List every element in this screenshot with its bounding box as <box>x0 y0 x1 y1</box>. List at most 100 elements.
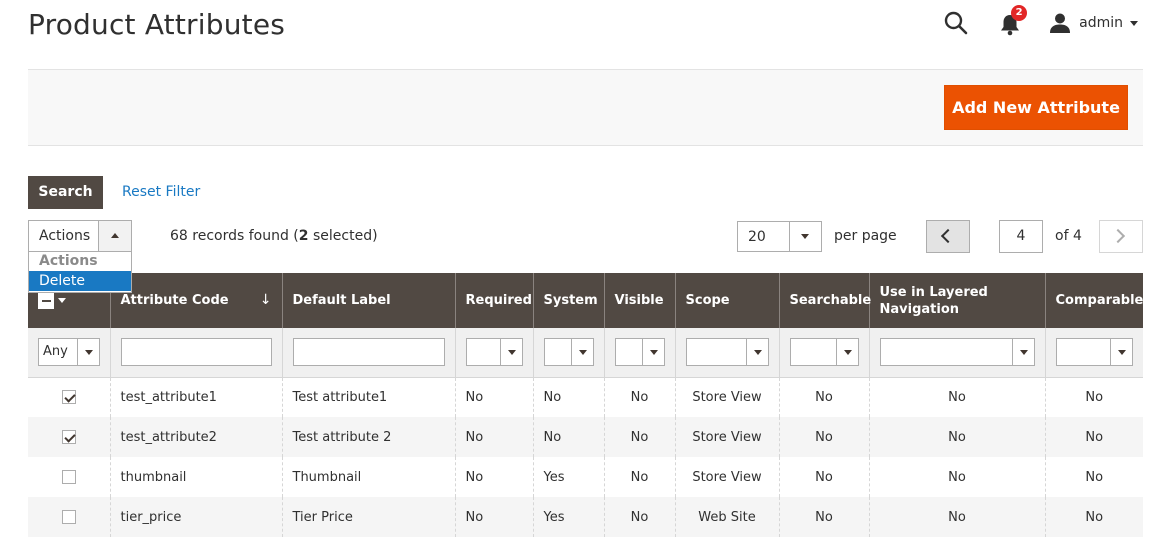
column-header-layered-navigation[interactable]: Use in Layered Navigation <box>868 273 1045 328</box>
cell-attribute-code: tier_price <box>109 497 282 537</box>
chevron-left-icon <box>940 228 956 244</box>
chevron-down-icon <box>578 350 587 356</box>
notification-count-badge: 2 <box>1011 5 1028 21</box>
column-header-system[interactable]: System <box>532 273 604 328</box>
cell-attribute-code: thumbnail <box>109 457 282 497</box>
mass-select-filter[interactable]: Any <box>38 338 100 367</box>
table-row[interactable]: test_attribute2 Test attribute 2 No No N… <box>28 417 1143 457</box>
column-header-required[interactable]: Required <box>454 273 533 328</box>
reset-filter-link[interactable]: Reset Filter <box>122 184 200 200</box>
attributes-grid: Attribute Code ↓ Default Label Required S… <box>28 273 1143 537</box>
visible-filter-select[interactable] <box>614 338 665 367</box>
filter-row: Any <box>28 328 1143 378</box>
column-header-default-label[interactable]: Default Label <box>281 273 455 328</box>
cell-scope: Store View <box>674 377 779 417</box>
cell-scope: Store View <box>674 457 779 497</box>
attribute-code-filter-input[interactable] <box>120 338 272 367</box>
cell-default-label: Tier Price <box>281 497 455 537</box>
chevron-down-icon <box>1019 350 1028 356</box>
cell-layered-navigation: No <box>868 377 1045 417</box>
searchable-filter-select[interactable] <box>789 338 859 367</box>
column-header-visible[interactable]: Visible <box>603 273 675 328</box>
cell-visible: No <box>603 457 675 497</box>
current-page-input[interactable]: 4 <box>999 220 1043 253</box>
mass-actions-select[interactable]: Actions <box>28 220 132 252</box>
cell-searchable: No <box>778 457 869 497</box>
row-select-checkbox[interactable] <box>61 510 76 524</box>
column-header-scope[interactable]: Scope <box>674 273 779 328</box>
records-found-text: 68 records found (2 selected) <box>170 228 378 244</box>
cell-required: No <box>454 417 533 457</box>
search-button[interactable]: Search <box>28 176 103 209</box>
column-header-searchable[interactable]: Searchable <box>778 273 871 328</box>
per-page-label: per page <box>834 228 897 244</box>
cell-comparable: No <box>1044 497 1143 537</box>
scope-filter-select[interactable] <box>685 338 769 367</box>
mass-actions-dropdown: Actions Delete <box>28 252 132 293</box>
selected-count: 2 <box>298 228 309 244</box>
column-header-comparable[interactable]: Comparable <box>1044 273 1143 328</box>
cell-required: No <box>454 457 533 497</box>
user-menu[interactable]: admin <box>1049 12 1138 34</box>
table-row[interactable]: tier_price Tier Price No Yes No Web Site… <box>28 497 1143 537</box>
cell-scope: Store View <box>674 417 779 457</box>
row-select-checkbox[interactable] <box>61 470 76 484</box>
cell-system: Yes <box>532 457 604 497</box>
table-row[interactable]: thumbnail Thumbnail No Yes No Store View… <box>28 457 1143 497</box>
chevron-down-icon <box>1130 20 1138 26</box>
cell-layered-navigation: No <box>868 497 1045 537</box>
mass-select-checkbox[interactable] <box>38 292 68 309</box>
column-header-attribute-code[interactable]: Attribute Code ↓ <box>109 273 282 328</box>
cell-layered-navigation: No <box>868 417 1045 457</box>
cell-searchable: No <box>778 497 869 537</box>
row-select-checkbox[interactable] <box>61 430 76 444</box>
mass-actions-value: Actions <box>39 228 91 244</box>
chevron-down-icon <box>58 297 66 303</box>
cell-required: No <box>454 377 533 417</box>
comparable-filter-select[interactable] <box>1055 338 1133 367</box>
per-page-select[interactable]: 20 <box>737 221 822 252</box>
cell-searchable: No <box>778 377 869 417</box>
cell-scope: Web Site <box>674 497 779 537</box>
chevron-up-icon <box>111 233 119 238</box>
user-name: admin <box>1079 15 1123 31</box>
page-title: Product Attributes <box>28 8 286 41</box>
row-select-checkbox[interactable] <box>61 390 76 405</box>
notifications-bell-icon[interactable]: 2 <box>999 5 1028 36</box>
grid-header-row: Attribute Code ↓ Default Label Required S… <box>28 273 1143 328</box>
cell-visible: No <box>603 417 675 457</box>
cell-required: No <box>454 497 533 537</box>
chevron-right-icon <box>1110 228 1126 244</box>
chevron-down-icon <box>1118 350 1126 356</box>
cell-system: No <box>532 417 604 457</box>
mass-actions-option-delete[interactable]: Delete <box>29 271 131 291</box>
mass-actions-option-actions[interactable]: Actions <box>29 252 131 271</box>
per-page-value: 20 <box>748 229 766 245</box>
cell-attribute-code: test_attribute2 <box>109 417 282 457</box>
cell-comparable: No <box>1044 377 1143 417</box>
cell-visible: No <box>603 497 675 537</box>
chevron-down-icon <box>84 350 93 356</box>
previous-page-button[interactable] <box>926 220 970 253</box>
chevron-down-icon <box>753 350 762 356</box>
layered-navigation-filter-select[interactable] <box>879 338 1035 367</box>
system-filter-select[interactable] <box>543 338 594 367</box>
sort-arrow-icon: ↓ <box>259 292 272 308</box>
chevron-down-icon <box>801 234 809 239</box>
default-label-filter-input[interactable] <box>292 338 445 367</box>
add-new-attribute-button[interactable]: Add New Attribute <box>944 85 1128 130</box>
cell-system: No <box>532 377 604 417</box>
header-actions: 2 admin <box>943 5 1138 38</box>
cell-visible: No <box>603 377 675 417</box>
cell-default-label: Thumbnail <box>281 457 455 497</box>
cell-system: Yes <box>532 497 604 537</box>
user-icon <box>1050 13 1071 33</box>
required-filter-select[interactable] <box>465 338 523 367</box>
search-icon[interactable] <box>943 10 969 36</box>
table-row[interactable]: test_attribute1 Test attribute1 No No No… <box>28 377 1143 417</box>
mass-actions-toggle[interactable] <box>98 221 131 251</box>
cell-default-label: Test attribute 2 <box>281 417 455 457</box>
next-page-button[interactable] <box>1099 220 1143 253</box>
cell-comparable: No <box>1044 417 1143 457</box>
cell-attribute-code: test_attribute1 <box>109 377 282 417</box>
